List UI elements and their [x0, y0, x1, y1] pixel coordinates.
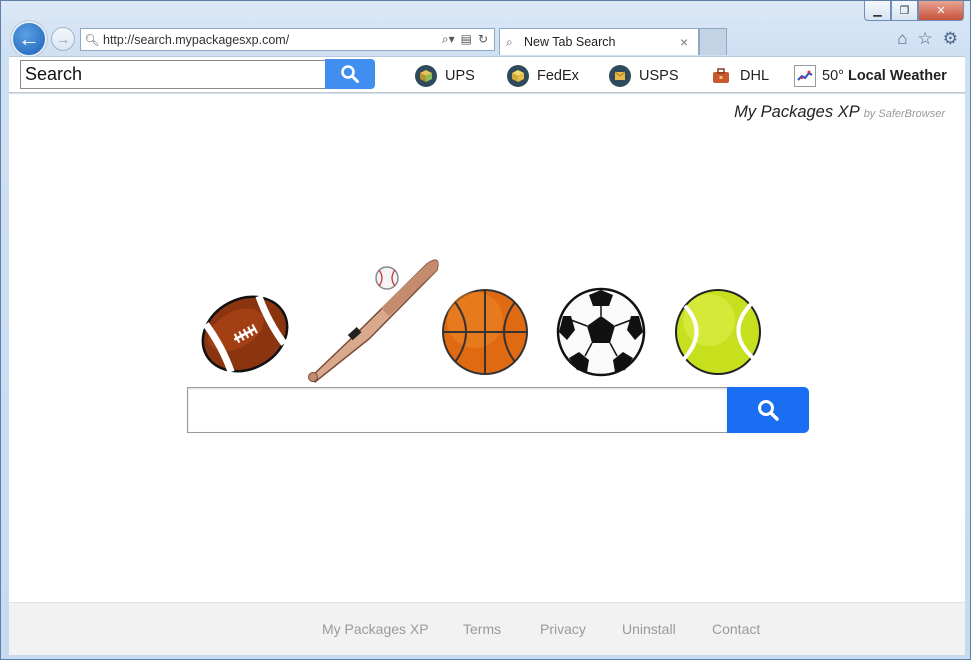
main-search-input[interactable]: [187, 387, 727, 433]
window-controls: ▁ ❐ ✕: [864, 1, 964, 21]
back-button[interactable]: ←: [11, 21, 47, 57]
weather-temp: 50°: [822, 68, 844, 84]
page-footer: My Packages XP Terms Privacy Uninstall C…: [9, 602, 965, 655]
footer-link-privacy[interactable]: Privacy: [540, 621, 586, 637]
home-icon[interactable]: ⌂: [897, 29, 907, 49]
browser-window: ▁ ❐ ✕ ← → 🔍︎ http://search.mypackagesxp.…: [0, 0, 971, 660]
carrier-usps-link[interactable]: USPS: [609, 64, 679, 88]
carrier-fedex-link[interactable]: FedEx: [507, 64, 579, 88]
footer-link-terms[interactable]: Terms: [463, 621, 501, 637]
search-dropdown-icon[interactable]: ⌕▾: [442, 32, 455, 47]
sports-illustration: [201, 259, 761, 384]
football-icon: [201, 294, 289, 374]
carrier-usps-label: USPS: [639, 68, 679, 84]
footer-link-uninstall[interactable]: Uninstall: [622, 621, 676, 637]
back-arrow-icon: ←: [18, 26, 40, 51]
tab-search-icon: ⌕: [506, 34, 513, 49]
minimize-button[interactable]: ▁: [864, 1, 891, 21]
carrier-ups-label: UPS: [445, 68, 475, 84]
compatibility-icon[interactable]: ▤: [461, 32, 472, 47]
dhl-icon: [710, 65, 732, 87]
tab-close-icon[interactable]: ×: [680, 34, 698, 50]
basketball-icon: [442, 289, 528, 375]
refresh-icon[interactable]: ↻: [478, 32, 488, 47]
forward-button[interactable]: →: [51, 27, 75, 51]
carrier-ups-link[interactable]: UPS: [415, 64, 475, 88]
weather-map-icon: [794, 65, 816, 87]
address-bar[interactable]: 🔍︎ http://search.mypackagesxp.com/ ⌕▾ ▤ …: [80, 28, 495, 51]
address-url[interactable]: http://search.mypackagesxp.com/: [103, 33, 442, 47]
tab-new-tab-search[interactable]: ⌕ New Tab Search ×: [499, 28, 699, 55]
baseball-icon: [375, 266, 399, 290]
browser-tools: ⌂ ☆ ⚙: [897, 29, 958, 49]
weather-label: Local Weather: [847, 68, 947, 84]
maximize-button[interactable]: ❐: [891, 1, 918, 21]
soccer-ball-icon: [556, 287, 646, 377]
search-icon: [758, 400, 779, 421]
page-content: My Packages XP by SaferBrowser: [9, 94, 965, 602]
favorites-star-icon[interactable]: ☆: [918, 29, 933, 49]
footer-link-my-packages-xp[interactable]: My Packages XP: [322, 621, 429, 637]
toolbar-search-button[interactable]: [325, 59, 375, 89]
search-icon: [341, 65, 359, 83]
toolbar-search-value: Search: [25, 64, 83, 84]
ups-icon: [415, 65, 437, 87]
carrier-fedex-label: FedEx: [537, 68, 579, 84]
main-search-button[interactable]: [727, 387, 809, 433]
page-icon: 🔍︎: [84, 32, 100, 47]
tab-title: New Tab Search: [524, 35, 616, 49]
tennis-ball-icon: [675, 289, 761, 375]
footer-link-contact[interactable]: Contact: [712, 621, 760, 637]
baseball-bat-icon: [308, 259, 439, 384]
toolbar-search-input[interactable]: Search: [20, 60, 326, 89]
extension-toolbar: Search UPS FedEx USPS DHL 50° Local Weat…: [9, 56, 965, 93]
forward-arrow-icon: →: [56, 31, 70, 47]
fedex-icon: [507, 65, 529, 87]
close-window-button[interactable]: ✕: [918, 1, 964, 21]
carrier-dhl-link[interactable]: DHL: [710, 64, 769, 88]
usps-icon: [609, 65, 631, 87]
local-weather-link[interactable]: 50° Local Weather: [794, 64, 947, 88]
settings-gear-icon[interactable]: ⚙: [943, 29, 958, 49]
new-tab-button[interactable]: [699, 28, 727, 55]
carrier-dhl-label: DHL: [740, 68, 770, 84]
